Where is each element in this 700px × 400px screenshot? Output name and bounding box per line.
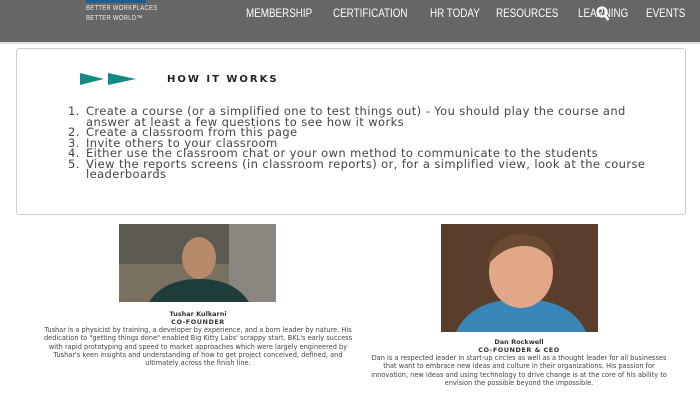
person-bio: Dan is a respected leader in start-up ci… bbox=[371, 354, 667, 387]
person-name: Dan Rockwell bbox=[494, 338, 544, 346]
dan-photo bbox=[441, 224, 598, 332]
main-nav: MEMBERSHIP CERTIFICATION HR TODAY RESOUR… bbox=[246, 6, 685, 20]
person-card-dan: Dan Rockwell CO-FOUNDER & CEO Dan is a r… bbox=[364, 338, 674, 387]
site-header: BETTER WORKPLACES BETTER WORLD™ MEMBERSH… bbox=[0, 0, 700, 44]
step-text: Create a course (or a simplified one to … bbox=[86, 104, 626, 129]
person-title: CO-FOUNDER bbox=[171, 318, 225, 326]
tushar-photo bbox=[119, 224, 276, 302]
logo-tagline-2[interactable]: BETTER WORLD™ bbox=[86, 15, 143, 22]
step-item: 5. View the reports screens (in classroom… bbox=[68, 156, 668, 181]
step-number: 1. bbox=[68, 104, 80, 118]
person-title: CO-FOUNDER & CEO bbox=[478, 346, 560, 354]
nav-events[interactable]: EVENTS bbox=[646, 6, 685, 20]
steps-list: 1. Create a course (or a simplified one t… bbox=[68, 104, 668, 181]
play-arrows-icon bbox=[80, 73, 136, 85]
nav-membership[interactable]: MEMBERSHIP bbox=[246, 6, 312, 20]
person-card-tushar: Tushar Kulkarni CO-FOUNDER Tushar is a p… bbox=[40, 310, 356, 367]
search-icon[interactable] bbox=[596, 6, 610, 22]
person-name: Tushar Kulkarni bbox=[169, 310, 227, 318]
nav-certification[interactable]: CERTIFICATION bbox=[333, 6, 408, 20]
step-text: View the reports screens (in classroom r… bbox=[86, 156, 646, 181]
step-number: 5. bbox=[68, 156, 80, 171]
logo-tagline-1[interactable]: BETTER WORKPLACES bbox=[86, 5, 157, 12]
step-item: 1. Create a course (or a simplified one t… bbox=[68, 104, 668, 129]
how-it-works-title: HOW IT WORKS bbox=[167, 74, 279, 85]
logo-mark[interactable] bbox=[86, 0, 146, 3]
nav-hr-today[interactable]: HR TODAY bbox=[430, 6, 480, 20]
person-bio: Tushar is a physicist by training, a dev… bbox=[43, 326, 353, 368]
nav-resources[interactable]: RESOURCES bbox=[496, 6, 558, 20]
